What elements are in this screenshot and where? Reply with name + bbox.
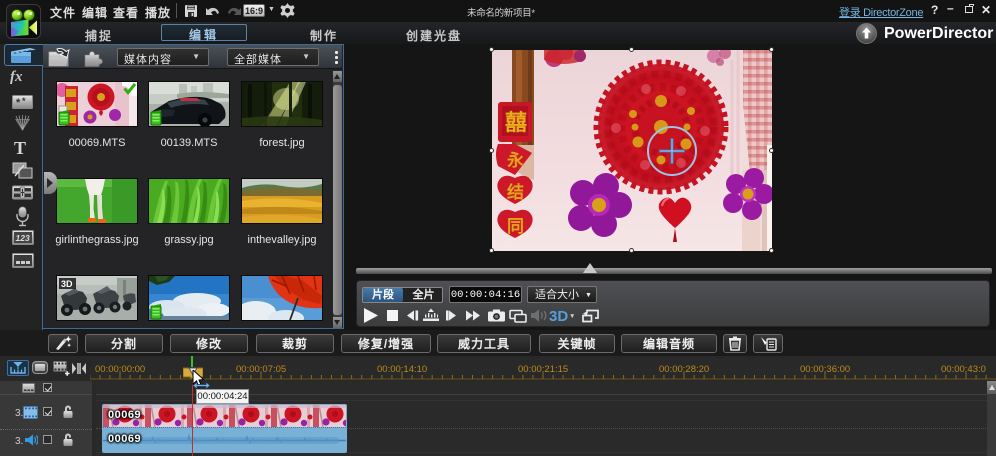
svg-text:永: 永 [505,149,524,170]
svg-text:结: 结 [507,182,524,202]
svg-text:*: * [16,97,21,109]
svg-text:囍: 囍 [505,110,527,135]
svg-text:3D: 3D [61,279,73,289]
svg-text:123: 123 [16,233,30,243]
svg-text:3D: 3D [549,308,568,325]
svg-text:✦: ✦ [67,343,72,349]
svg-text:▼: ▼ [569,313,575,320]
svg-text:*: * [22,96,26,106]
svg-text:同: 同 [507,217,524,236]
